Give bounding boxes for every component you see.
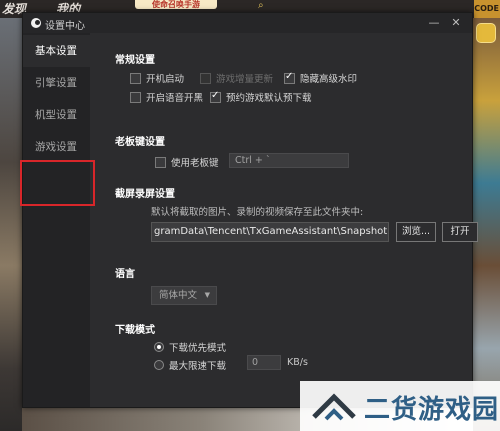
download-mode-priority-label: 下载优先模式: [169, 343, 227, 354]
minimize-icon[interactable]: —: [426, 15, 442, 31]
site-watermark: 二货游戏园: [300, 381, 500, 431]
hotkey-input[interactable]: Ctrl + `: [229, 153, 349, 168]
section-title-download: 下载模式: [115, 325, 155, 336]
section-title-boss-key: 老板键设置: [115, 137, 165, 148]
speed-unit-label: KB/s: [287, 357, 308, 368]
sidebar-item-game[interactable]: 游戏设置: [23, 131, 90, 163]
settings-dialog: 设置中心 — ✕ 基本设置 引擎设置 机型设置 游戏设置 常规设置 开机启动 游…: [20, 12, 478, 408]
option-boss-key[interactable]: 使用老板键: [155, 155, 219, 169]
app-logo-icon: [31, 18, 41, 28]
option-incremental-update: 游戏增量更新: [200, 71, 273, 85]
option-autostart-label: 开机启动: [146, 74, 185, 85]
option-voice-chat[interactable]: 开启语音开黑: [130, 90, 203, 104]
option-predownload-label: 预约游戏默认预下载: [226, 93, 312, 104]
annotation-highlight-box: [20, 160, 95, 206]
watermark-logo-icon: [312, 393, 356, 421]
sidebar-item-device[interactable]: 机型设置: [23, 99, 90, 131]
background-left-art: [0, 18, 22, 431]
browse-button[interactable]: 浏览...: [396, 222, 436, 242]
capture-hint: 默认将截取的图片、录制的视频保存至此文件夹中:: [151, 207, 364, 218]
option-voice-chat-label: 开启语音开黑: [146, 93, 204, 104]
option-predownload[interactable]: 预约游戏默认预下载: [210, 90, 312, 104]
watermark-text: 二货游戏园: [364, 395, 500, 425]
speed-limit-input[interactable]: 0: [247, 355, 281, 370]
checkbox-boss-key[interactable]: [155, 156, 166, 168]
chevron-down-icon: ▼: [204, 291, 210, 299]
close-icon[interactable]: ✕: [448, 15, 464, 31]
checkbox-voice-chat[interactable]: [130, 91, 141, 103]
checkbox-autostart[interactable]: [130, 72, 141, 84]
title-bar[interactable]: 设置中心 — ✕: [23, 13, 472, 33]
download-mode-limit-label: 最大限速下载: [169, 361, 227, 372]
corner-logo: CODE: [474, 0, 500, 18]
language-select[interactable]: 简体中文 ▼: [151, 286, 217, 305]
checkbox-predownload[interactable]: [210, 90, 221, 103]
download-mode-priority[interactable]: 下载优先模式: [154, 340, 226, 354]
section-title-language: 语言: [115, 269, 135, 280]
option-autostart[interactable]: 开机启动: [130, 71, 184, 85]
option-incremental-update-label: 游戏增量更新: [216, 74, 274, 85]
option-boss-key-label: 使用老板键: [171, 158, 219, 169]
search-icon[interactable]: ⌕: [258, 0, 264, 11]
radio-download-limit[interactable]: [154, 360, 164, 370]
sidebar-item-engine[interactable]: 引擎设置: [23, 67, 90, 99]
section-title-capture: 截屏录屏设置: [115, 189, 175, 200]
snapshot-path-input[interactable]: gramData\Tencent\TxGameAssistant\Snapsho…: [151, 222, 389, 242]
window-title: 设置中心: [45, 21, 85, 32]
settings-content: 常规设置 开机启动 游戏增量更新 隐藏高级水印 开启语音开黑 预约游戏默认预下载…: [90, 33, 478, 407]
checkbox-incremental-update: [200, 72, 211, 84]
section-title-general: 常规设置: [115, 55, 155, 66]
checkbox-hide-watermark[interactable]: [284, 71, 295, 84]
option-hide-watermark-label: 隐藏高级水印: [300, 74, 358, 85]
open-folder-button[interactable]: 打开: [442, 222, 478, 242]
language-select-value: 简体中文: [159, 290, 198, 301]
option-hide-watermark[interactable]: 隐藏高级水印: [284, 71, 357, 85]
sidebar-item-basic[interactable]: 基本设置: [23, 35, 90, 67]
settings-sidebar: 基本设置 引擎设置 机型设置 游戏设置: [20, 33, 95, 407]
download-mode-limit[interactable]: 最大限速下载: [154, 358, 226, 372]
background-banner[interactable]: 使命召唤手游: [135, 0, 217, 9]
radio-download-priority[interactable]: [154, 342, 164, 352]
app-icon[interactable]: [476, 23, 496, 43]
